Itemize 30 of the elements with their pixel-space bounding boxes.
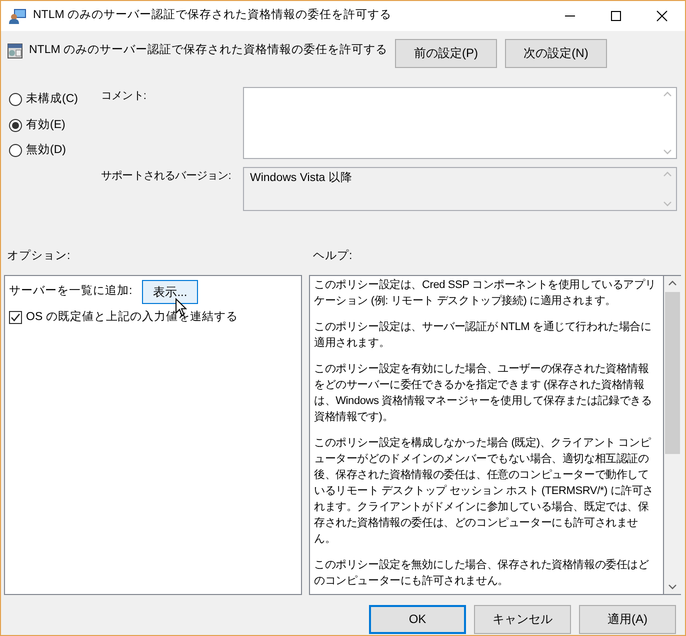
dialog-button[interactable]: OK xyxy=(369,605,466,634)
scroll-up-icon[interactable] xyxy=(668,280,677,286)
state-radio[interactable]: 有効(E) xyxy=(9,118,101,134)
state-radio[interactable]: 未構成(C) xyxy=(9,92,101,108)
app-icon xyxy=(9,8,27,24)
window-title: NTLM のみのサーバー認証で保存された資格情報の委任を許可する xyxy=(33,8,392,24)
dialog-button[interactable]: キャンセル xyxy=(474,605,571,634)
nav-button[interactable]: 前の設定(P) xyxy=(395,39,497,68)
maximize-icon[interactable] xyxy=(610,10,622,22)
close-icon[interactable] xyxy=(656,10,668,22)
help-paragraph: このポリシー設定を有効にした場合、ユーザーの保存された資格情報をどのサーバーに委任できるかを指定できます (保存された資格情報は、Windows 資格情報マネージャーを使用して保存または記録できる資格情報です)。 xyxy=(314,362,653,425)
field-label: サーバーを一覧に追加: xyxy=(9,284,132,300)
help-label: ヘルプ: xyxy=(313,249,352,264)
help-paragraph: このポリシー設定を構成しなかった場合 (既定)、クライアント コンピューターがどのドメインのメンバーでもない場合、適切な相互認証の後、保存された資格情報の委任は、任意のコンピューターで動作しているリモート デスクトップ セッション ホスト (TERMSRV/*) に許可されます。クライアントがドメインに参加している場合、既定では、保存された資格情報の委任は、どのコンピューターにも許可されません。 xyxy=(314,436,655,547)
help-paragraph: このポリシー設定を無効にした場合、保存された資格情報の委任はどのコンピューターにも許可されません。 xyxy=(314,558,650,589)
nav-button[interactable]: 次の設定(N) xyxy=(505,39,607,68)
supported-label: サポートされるバージョン: xyxy=(101,169,232,184)
help-paragraph: このポリシー設定は、Cred SSP コンポーネントを使用しているアプリケーション (例: リモート デスクトップ接続) に適用されます。 xyxy=(314,278,657,309)
supported-value: Windows Vista 以降 xyxy=(249,170,354,186)
help-paragraph: このポリシー設定は、サーバー認証が NTLM を通じて行われた場合に適用されます。 xyxy=(314,320,652,351)
comment-label: コメント: xyxy=(101,89,148,104)
checkmark-icon xyxy=(10,312,21,324)
options-label: オプション: xyxy=(7,249,72,264)
show-button[interactable]: 表示... xyxy=(142,280,198,304)
scrollbar-thumb[interactable] xyxy=(665,292,680,454)
scroll-down-icon[interactable] xyxy=(668,584,677,590)
policy-icon xyxy=(7,43,23,59)
state-radio[interactable]: 無効(D) xyxy=(9,143,101,159)
dialog-button[interactable]: 適用(A) xyxy=(579,605,676,634)
policy-title: NTLM のみのサーバー認証で保存された資格情報の委任を許可する xyxy=(29,43,388,58)
